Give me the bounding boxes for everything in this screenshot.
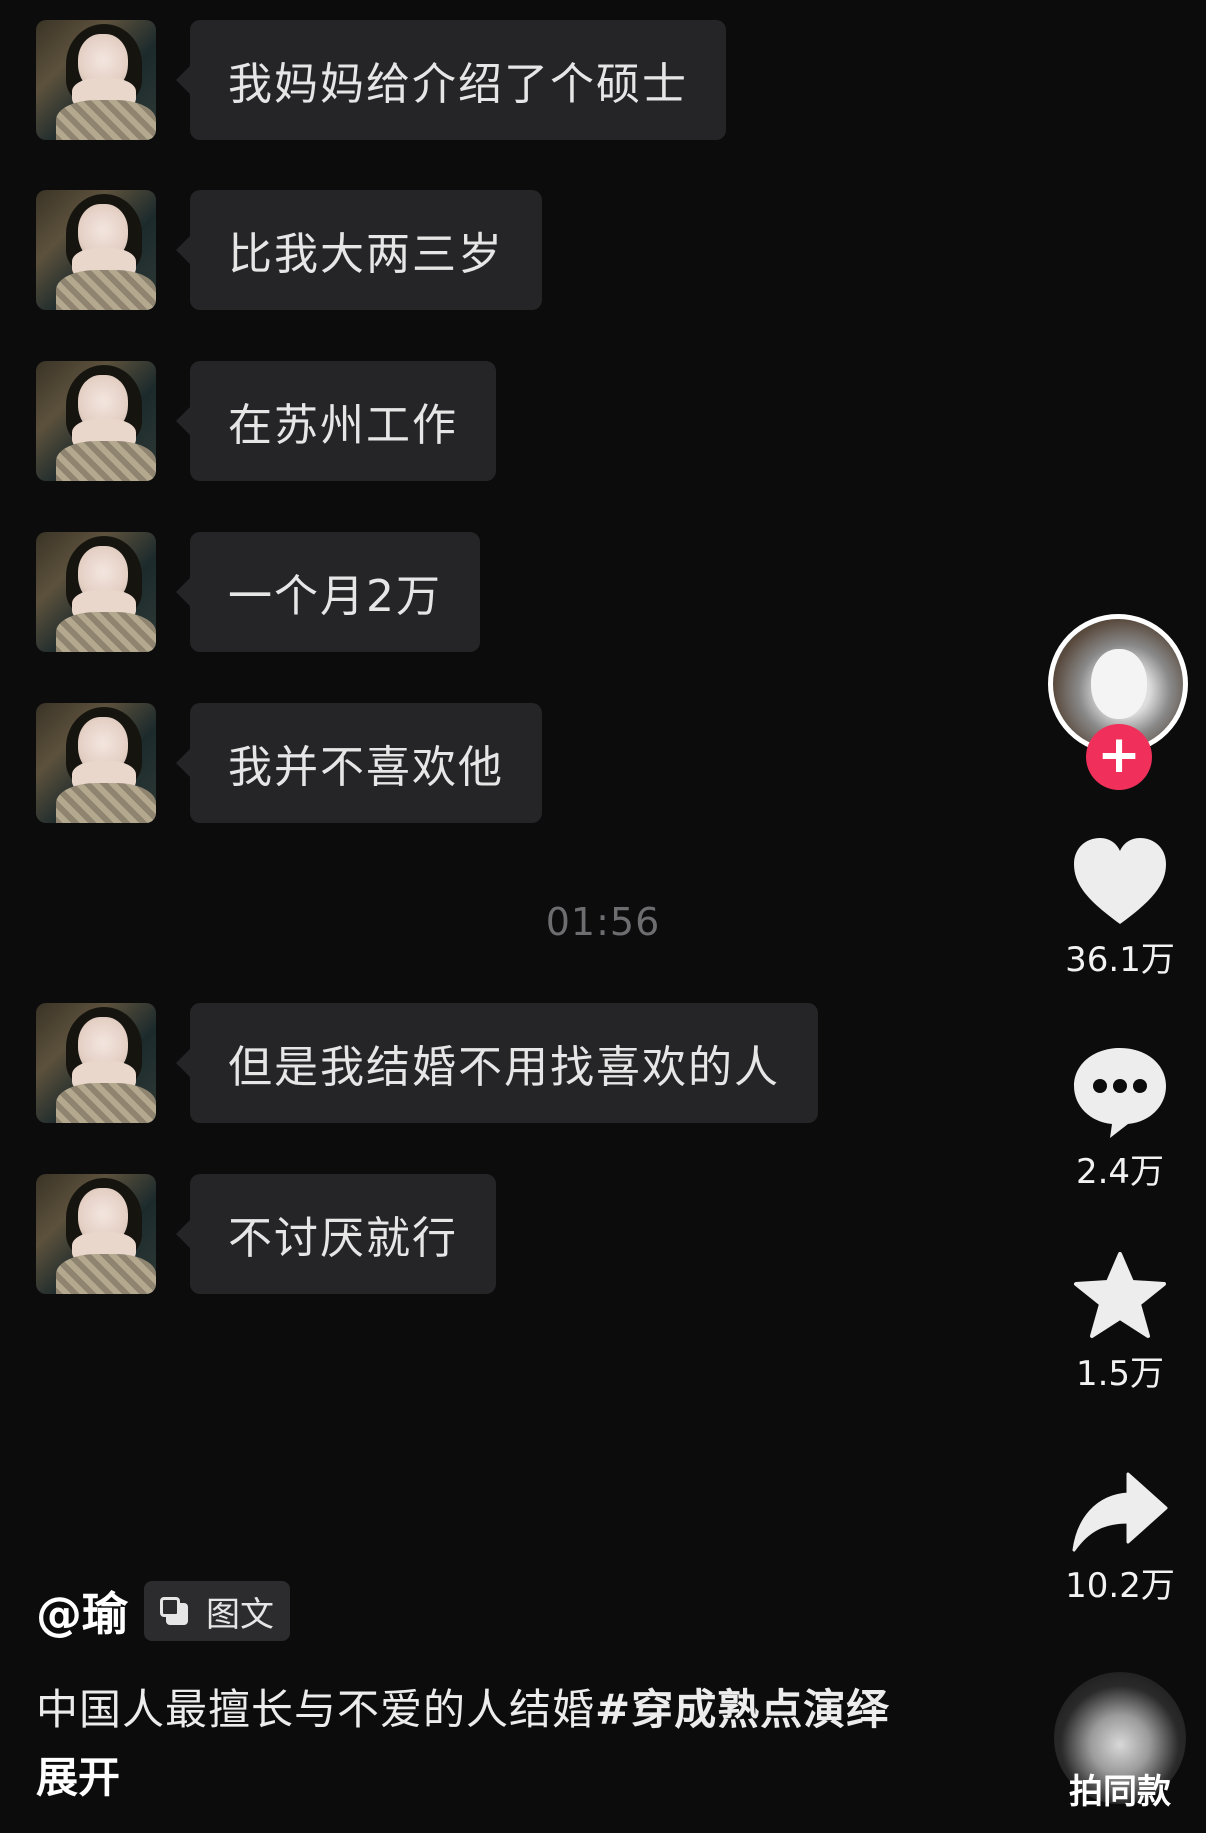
message-bubble[interactable]: 我并不喜欢他 [176, 703, 542, 823]
cat-image [1091, 649, 1147, 719]
comment-count: 2.4万 [1075, 1152, 1165, 1192]
message-text: 比我大两三岁 [190, 190, 542, 310]
share-count: 10.2万 [1065, 1566, 1175, 1606]
message-text: 不讨厌就行 [190, 1174, 496, 1294]
like-button[interactable]: 36.1万 [1042, 836, 1198, 981]
sender-avatar[interactable] [36, 361, 156, 481]
share-button[interactable]: 10.2万 [1042, 1470, 1198, 1607]
like-count: 36.1万 [1065, 940, 1175, 980]
sender-avatar[interactable] [36, 1003, 156, 1123]
message-text: 一个月2万 [190, 532, 480, 652]
message-text: 我并不喜欢他 [190, 703, 542, 823]
message-text: 在苏州工作 [190, 361, 496, 481]
message-row: 我妈妈给介绍了个硕士 [36, 20, 726, 140]
sender-avatar[interactable] [36, 1174, 156, 1294]
sender-avatar[interactable] [36, 20, 156, 140]
message-text: 我妈妈给介绍了个硕士 [190, 20, 726, 140]
star-icon [1074, 1252, 1166, 1338]
share-icon [1072, 1472, 1168, 1552]
message-row: 我并不喜欢他 [36, 703, 542, 823]
shoot-same-label[interactable]: 拍同款 [1042, 1764, 1198, 1813]
message-row: 不讨厌就行 [36, 1174, 496, 1294]
message-row: 在苏州工作 [36, 361, 496, 481]
sender-avatar[interactable] [36, 190, 156, 310]
sender-avatar[interactable] [36, 532, 156, 652]
chat-timestamp: 01:56 [545, 900, 661, 944]
message-row: 一个月2万 [36, 532, 480, 652]
sender-avatar[interactable] [36, 703, 156, 823]
author-username[interactable]: @瑜 [36, 1578, 128, 1644]
message-bubble[interactable]: 在苏州工作 [176, 361, 496, 481]
message-bubble[interactable]: 一个月2万 [176, 532, 480, 652]
follow-button[interactable]: + [1086, 724, 1152, 790]
hashtag-link[interactable]: #穿成熟点演绎 [595, 1685, 889, 1734]
message-row: 比我大两三岁 [36, 190, 542, 310]
message-bubble[interactable]: 但是我结婚不用找喜欢的人 [176, 1003, 818, 1123]
heart-icon [1074, 838, 1166, 924]
comment-icon [1074, 1048, 1166, 1138]
chat-area: 我妈妈给介绍了个硕士 比我大两三岁 在苏州工作 一个月2万 我并不喜欢他 01:… [0, 0, 1040, 1580]
tag-label: 图文 [206, 1594, 274, 1635]
image-text-tag[interactable]: 图文 [144, 1581, 290, 1641]
favorite-button[interactable]: 1.5万 [1042, 1250, 1198, 1395]
post-description: 中国人最擅长与不爱的人结婚#穿成熟点演绎 [36, 1676, 889, 1737]
plus-icon: + [1097, 725, 1141, 785]
caption-header: @瑜 图文 [36, 1578, 290, 1644]
message-bubble[interactable]: 比我大两三岁 [176, 190, 542, 310]
message-bubble[interactable]: 不讨厌就行 [176, 1174, 496, 1294]
favorite-count: 1.5万 [1075, 1354, 1165, 1394]
comment-button[interactable]: 2.4万 [1042, 1044, 1198, 1193]
description-text: 中国人最擅长与不爱的人结婚 [36, 1685, 596, 1734]
expand-link[interactable]: 展开 [36, 1744, 120, 1805]
message-bubble[interactable]: 我妈妈给介绍了个硕士 [176, 20, 726, 140]
message-row: 但是我结婚不用找喜欢的人 [36, 1003, 818, 1123]
message-text: 但是我结婚不用找喜欢的人 [190, 1003, 818, 1123]
image-text-icon [160, 1597, 188, 1625]
